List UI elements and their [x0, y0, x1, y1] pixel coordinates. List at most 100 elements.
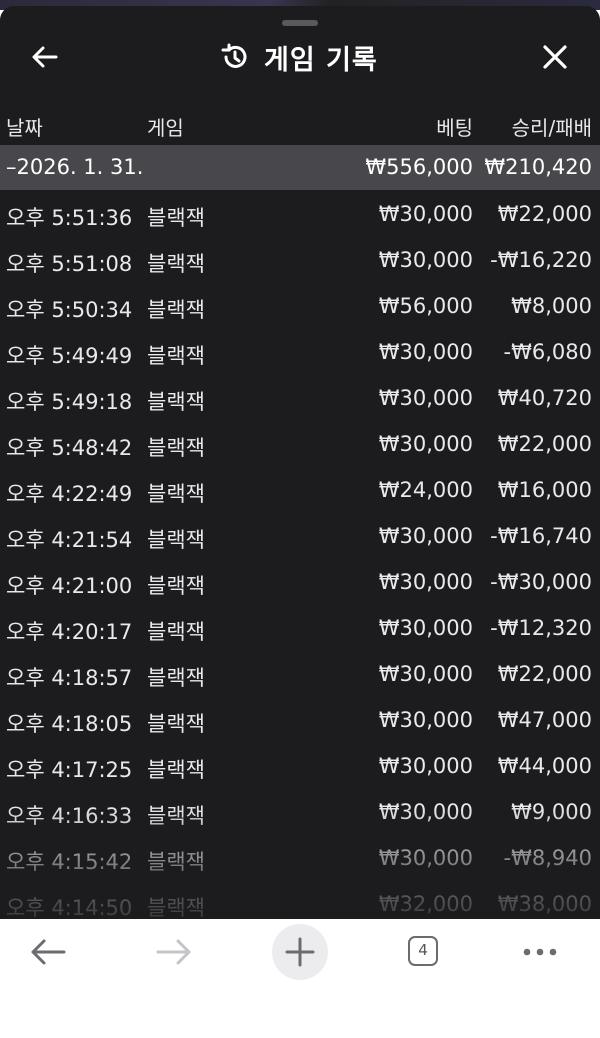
row-time: 오후 4:18:57: [6, 666, 133, 690]
day-bet-total: ₩556,000: [365, 155, 473, 179]
day-summary-row[interactable]: –2026. 1. 31. ₩556,000 ₩210,420: [0, 145, 600, 190]
table-row[interactable]: 오후 4:15:42 블랙잭 ₩30,000 -₩8,940: [0, 836, 600, 882]
row-time: 오후 4:16:33: [6, 804, 133, 828]
row-result: ₩38,000: [497, 892, 592, 916]
history-icon: [221, 43, 247, 68]
table-row[interactable]: 오후 5:49:18 블랙잭 ₩30,000 ₩40,720: [0, 376, 600, 422]
back-button[interactable]: [30, 42, 60, 72]
row-result: ₩22,000: [497, 662, 592, 686]
row-time: 오후 4:15:42: [6, 850, 133, 874]
table-row[interactable]: 오후 4:16:33 블랙잭 ₩30,000 ₩9,000: [0, 790, 600, 836]
row-time: 오후 4:21:54: [6, 528, 133, 552]
column-header-date: 날짜: [6, 116, 43, 140]
table-row[interactable]: 오후 5:49:49 블랙잭 ₩30,000 -₩6,080: [0, 330, 600, 376]
arrow-left-icon: [31, 939, 66, 965]
row-bet: ₩30,000: [378, 432, 473, 456]
row-game: 블랙잭: [147, 390, 205, 414]
row-result: ₩22,000: [497, 202, 592, 226]
game-history-sheet: 게임 기록 날짜 게임 베팅 승리/패배 –2026. 1. 31. ₩556,…: [0, 6, 600, 919]
row-result: -₩12,320: [490, 616, 592, 640]
table-row[interactable]: 오후 5:48:42 블랙잭 ₩30,000 ₩22,000: [0, 422, 600, 468]
table-row[interactable]: 오후 5:51:36 블랙잭 ₩30,000 ₩22,000: [0, 192, 600, 238]
more-dots-icon: [523, 948, 557, 956]
row-result: -₩6,080: [503, 340, 592, 364]
row-result: -₩16,220: [490, 248, 592, 272]
row-result: ₩44,000: [497, 754, 592, 778]
browser-forward-button[interactable]: [154, 934, 194, 970]
close-icon: [543, 45, 567, 69]
arrow-left-icon: [32, 46, 58, 68]
history-list: 오후 5:51:36 블랙잭 ₩30,000 ₩22,000 오후 5:51:08 블랙…: [0, 192, 600, 919]
row-time: 오후 5:49:18: [6, 390, 133, 414]
table-row[interactable]: 오후 4:18:05 블랙잭 ₩30,000 ₩47,000: [0, 698, 600, 744]
table-header: 날짜 게임 베팅 승리/패배: [0, 106, 600, 142]
row-game: 블랙잭: [147, 620, 205, 644]
browser-back-button[interactable]: [28, 934, 68, 970]
row-game: 블랙잭: [147, 758, 205, 782]
row-time: 오후 5:51:08: [6, 252, 133, 276]
page-title: 게임 기록: [220, 40, 378, 76]
row-time: 오후 4:18:05: [6, 712, 133, 736]
row-bet: ₩24,000: [378, 478, 473, 502]
new-tab-button[interactable]: [272, 924, 328, 980]
row-time: 오후 4:22:49: [6, 482, 133, 506]
row-time: 오후 5:51:36: [6, 206, 133, 230]
table-row[interactable]: 오후 4:21:54 블랙잭 ₩30,000 -₩16,740: [0, 514, 600, 560]
table-row[interactable]: 오후 4:20:17 블랙잭 ₩30,000 -₩12,320: [0, 606, 600, 652]
row-game: 블랙잭: [147, 896, 205, 919]
day-date: –2026. 1. 31.: [6, 155, 144, 179]
row-bet: ₩30,000: [378, 248, 473, 272]
close-button[interactable]: [540, 42, 570, 72]
row-result: ₩9,000: [511, 800, 592, 824]
row-bet: ₩30,000: [378, 202, 473, 226]
row-game: 블랙잭: [147, 528, 205, 552]
table-row[interactable]: 오후 4:21:00 블랙잭 ₩30,000 -₩30,000: [0, 560, 600, 606]
row-time: 오후 5:50:34: [6, 298, 133, 322]
column-header-bet: 베팅: [436, 116, 473, 140]
tab-count-button[interactable]: 4: [408, 936, 438, 966]
row-time: 오후 5:48:42: [6, 436, 133, 460]
more-button[interactable]: [520, 942, 560, 962]
row-result: ₩22,000: [497, 432, 592, 456]
table-row[interactable]: 오후 4:14:50 블랙잭 ₩32,000 ₩38,000: [0, 882, 600, 919]
table-row[interactable]: 오후 5:51:08 블랙잭 ₩30,000 -₩16,220: [0, 238, 600, 284]
row-time: 오후 4:20:17: [6, 620, 133, 644]
column-header-game: 게임: [147, 116, 184, 140]
row-game: 블랙잭: [147, 850, 205, 874]
row-bet: ₩30,000: [378, 754, 473, 778]
table-row[interactable]: 오후 4:17:25 블랙잭 ₩30,000 ₩44,000: [0, 744, 600, 790]
row-time: 오후 4:21:00: [6, 574, 133, 598]
row-game: 블랙잭: [147, 712, 205, 736]
row-game: 블랙잭: [147, 298, 205, 322]
row-result: ₩40,720: [497, 386, 592, 410]
row-game: 블랙잭: [147, 482, 205, 506]
row-time: 오후 4:14:50: [6, 896, 133, 919]
arrow-right-icon: [156, 939, 191, 965]
table-row[interactable]: 오후 4:22:49 블랙잭 ₩24,000 ₩16,000: [0, 468, 600, 514]
row-bet: ₩30,000: [378, 524, 473, 548]
row-bet: ₩30,000: [378, 616, 473, 640]
row-game: 블랙잭: [147, 804, 205, 828]
table-row[interactable]: 오후 5:50:34 블랙잭 ₩56,000 ₩8,000: [0, 284, 600, 330]
row-bet: ₩30,000: [378, 800, 473, 824]
row-time: 오후 4:17:25: [6, 758, 133, 782]
row-bet: ₩56,000: [378, 294, 473, 318]
row-bet: ₩30,000: [378, 846, 473, 870]
row-result: -₩8,940: [503, 846, 592, 870]
sheet-grabber[interactable]: [282, 20, 318, 26]
plus-icon: [285, 937, 315, 967]
page-title-text: 게임 기록: [264, 44, 378, 76]
row-result: -₩16,740: [490, 524, 592, 548]
row-result: ₩16,000: [497, 478, 592, 502]
row-bet: ₩30,000: [378, 386, 473, 410]
row-time: 오후 5:49:49: [6, 344, 133, 368]
row-bet: ₩30,000: [378, 570, 473, 594]
row-bet: ₩30,000: [378, 662, 473, 686]
row-result: ₩8,000: [511, 294, 592, 318]
table-row[interactable]: 오후 4:18:57 블랙잭 ₩30,000 ₩22,000: [0, 652, 600, 698]
row-game: 블랙잭: [147, 436, 205, 460]
row-game: 블랙잭: [147, 666, 205, 690]
row-result: ₩47,000: [497, 708, 592, 732]
row-bet: ₩32,000: [378, 892, 473, 916]
row-game: 블랙잭: [147, 574, 205, 598]
